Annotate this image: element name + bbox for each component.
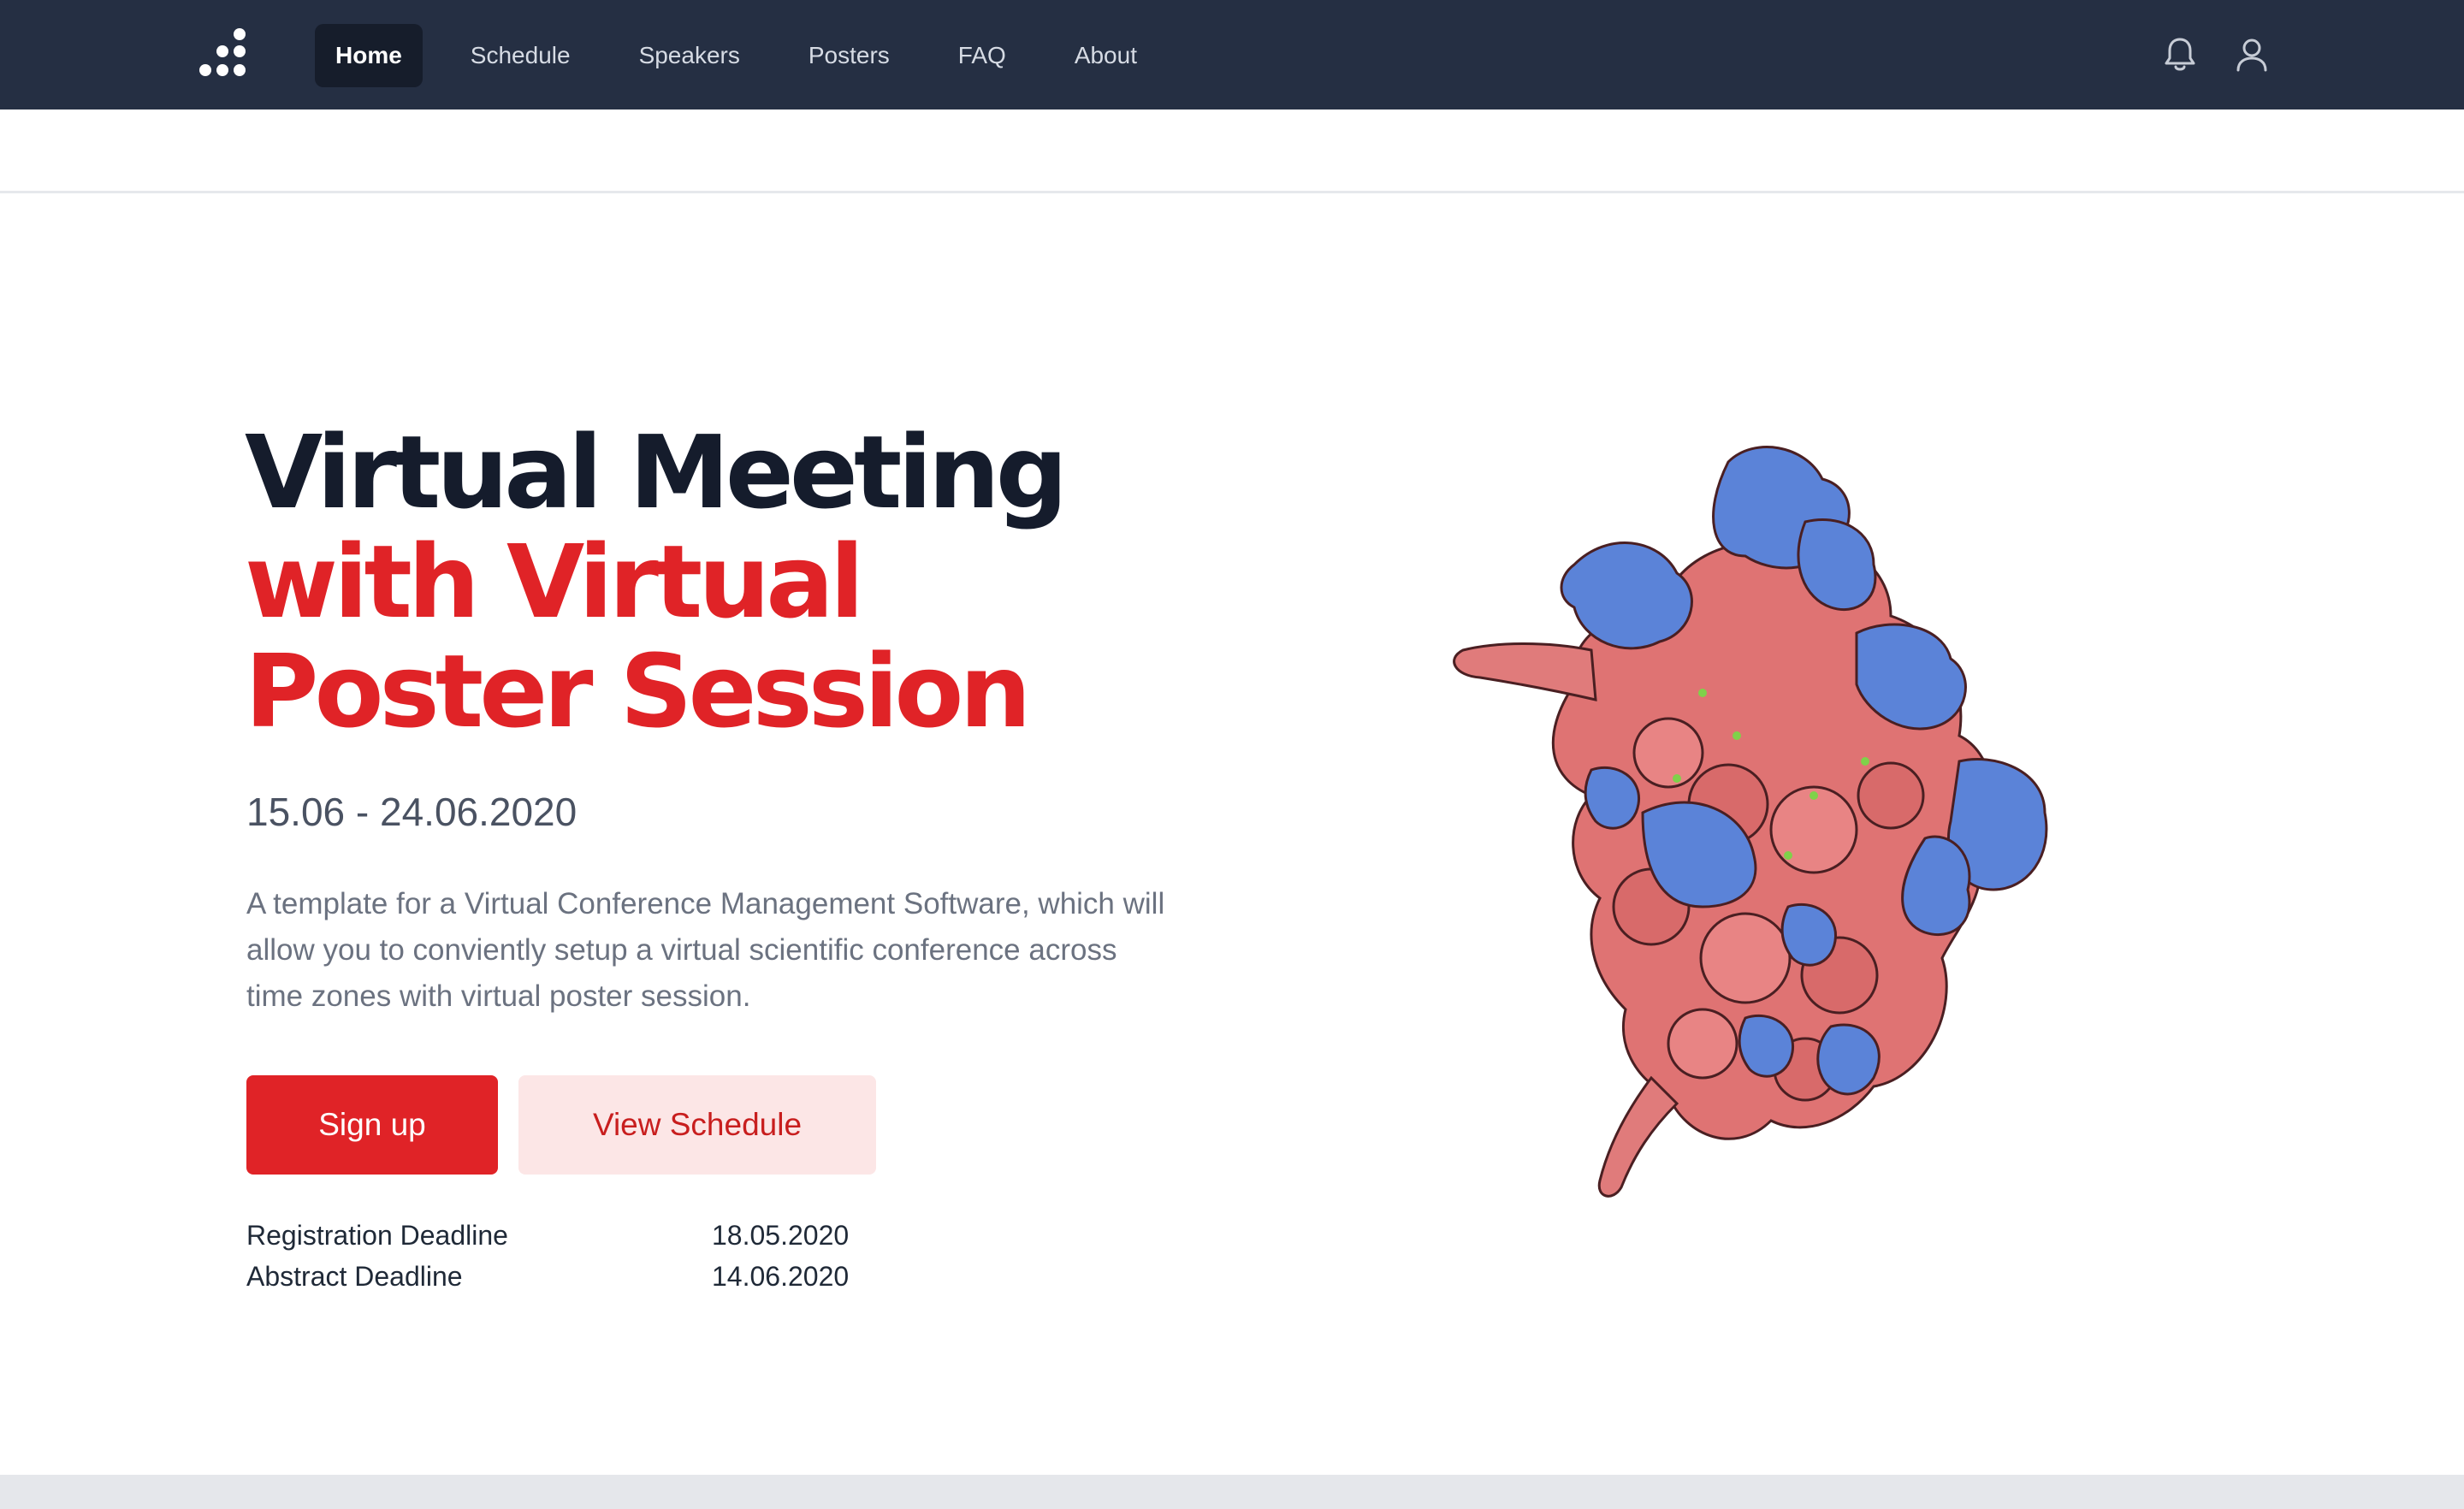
deadline-date: 14.06.2020 xyxy=(712,1260,850,1292)
ribosome-molecule-illustration xyxy=(1446,428,2062,1215)
nav-schedule[interactable]: Schedule xyxy=(450,24,591,87)
deadline-row: Registration Deadline 18.05.2020 xyxy=(246,1215,849,1256)
deadline-label: Registration Deadline xyxy=(246,1219,508,1251)
deadline-label: Abstract Deadline xyxy=(246,1260,463,1292)
deadline-date: 18.05.2020 xyxy=(712,1219,850,1251)
bell-icon[interactable] xyxy=(2156,31,2204,79)
conference-dates: 15.06 - 24.06.2020 xyxy=(246,790,578,834)
deadlines-table: Registration Deadline 18.05.2020 Abstrac… xyxy=(246,1215,849,1297)
nav-faq[interactable]: FAQ xyxy=(938,24,1027,87)
deadline-row: Abstract Deadline 14.06.2020 xyxy=(246,1256,849,1297)
hero-title-line2: with Virtual xyxy=(245,523,864,641)
sign-up-button[interactable]: Sign up xyxy=(246,1075,498,1175)
hero-title-line1: Virtual Meeting xyxy=(245,413,1068,531)
nav-speakers[interactable]: Speakers xyxy=(619,24,761,87)
sub-header-strip xyxy=(0,109,2464,193)
view-schedule-button[interactable]: View Schedule xyxy=(518,1075,876,1175)
hero-description: A template for a Virtual Conference Mana… xyxy=(246,887,1165,1013)
footer-band xyxy=(0,1475,2464,1509)
top-navbar: Home Schedule Speakers Posters FAQ About xyxy=(0,0,2464,109)
logo-dots-icon[interactable] xyxy=(188,27,250,82)
nav-home[interactable]: Home xyxy=(315,24,423,87)
nav-about[interactable]: About xyxy=(1054,24,1158,87)
hero-title-line3: Poster Session xyxy=(245,632,1032,750)
hero-title: Virtual Meeting with Virtual Poster Sess… xyxy=(245,413,1068,750)
nav-links: Home Schedule Speakers Posters FAQ About xyxy=(315,24,1185,87)
user-icon[interactable] xyxy=(2228,31,2276,79)
nav-posters[interactable]: Posters xyxy=(788,24,910,87)
